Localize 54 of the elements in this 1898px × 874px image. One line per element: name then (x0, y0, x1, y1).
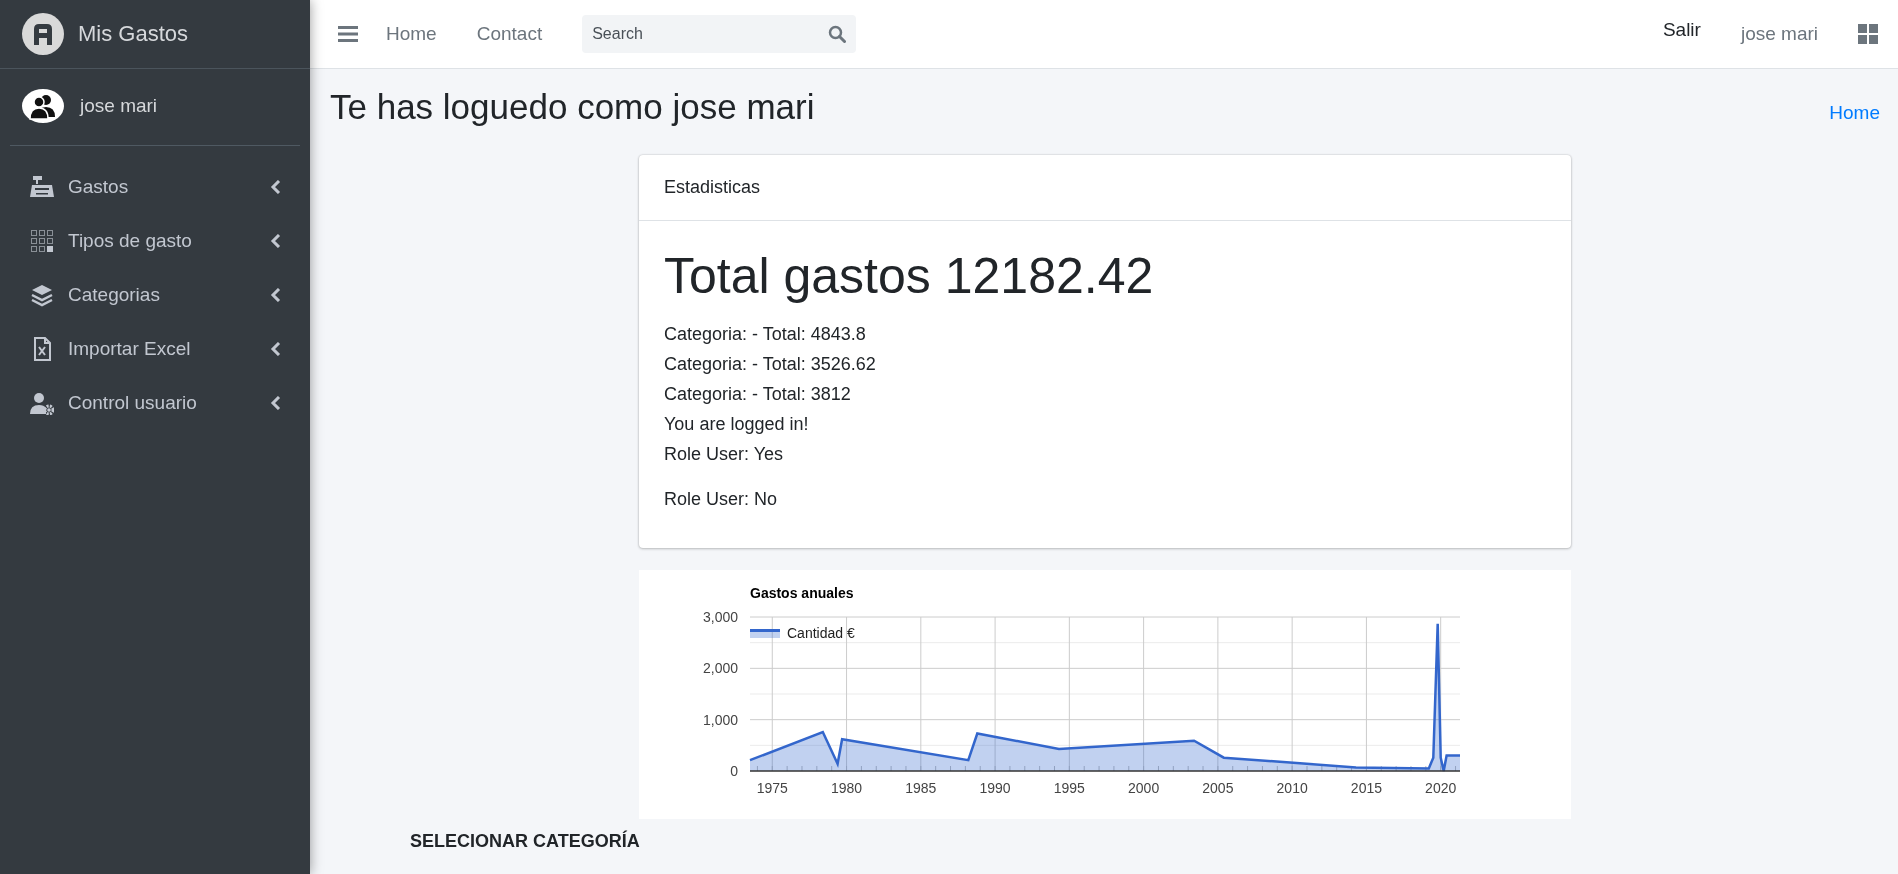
logout-link[interactable]: Salir (1662, 19, 1701, 41)
sidebar-item[interactable]: Categorias (0, 268, 310, 322)
nav-link[interactable]: Home (386, 23, 437, 45)
section-heading: SELECIONAR CATEGORÍA (410, 831, 641, 852)
stat-line: You are logged in! (664, 413, 810, 436)
nav-link[interactable]: Contact (476, 23, 543, 45)
user-name[interactable]: jose mari (80, 95, 158, 117)
sidebar-item[interactable]: Control usuario (0, 376, 310, 430)
y-axis-label: 1,000 (702, 711, 738, 728)
avatar-icon (22, 89, 64, 123)
chevron-left-icon (270, 396, 282, 410)
user-name[interactable]: jose mari (1740, 23, 1818, 45)
legend-swatch (750, 629, 780, 638)
y-axis-label: 2,000 (702, 660, 738, 677)
x-axis-label: 2005 (1202, 780, 1234, 796)
chevron-left-icon (270, 288, 282, 302)
card-header: Estadisticas (639, 155, 1571, 221)
x-axis-label: 1985 (905, 780, 937, 796)
total-heading: Total gastos 12182.42 (664, 247, 1155, 305)
sidebar-item[interactable]: Gastos (0, 160, 310, 214)
grid-icon (30, 229, 54, 253)
logo-icon[interactable] (22, 13, 64, 55)
layers-icon (30, 283, 54, 307)
y-axis-label: 3,000 (702, 609, 738, 625)
user-gear-icon (30, 391, 54, 415)
grid-icon[interactable] (1858, 24, 1878, 44)
role-text: Role User: No (664, 489, 779, 510)
x-axis-label: 2000 (1128, 780, 1160, 796)
x-axis-label: 1980 (830, 780, 863, 796)
stat-line: Categoria: - Total: 3526.62 (664, 353, 877, 376)
chevron-left-icon (270, 180, 282, 194)
x-axis-label: 1995 (1053, 780, 1085, 796)
x-axis-label: 2010 (1276, 780, 1308, 796)
y-axis-label: 0 (730, 763, 738, 779)
search-field[interactable]: Search (582, 15, 857, 53)
search-icon[interactable] (828, 25, 847, 43)
page-title: Te has loguedo como jose mari (330, 87, 815, 127)
breadcrumb-link[interactable]: Home (1829, 102, 1880, 124)
stat-line: Role User: Yes (664, 443, 785, 466)
sidebar-item[interactable]: Tipos de gasto (0, 214, 310, 268)
cash-register-icon (30, 175, 54, 199)
stat-line: Categoria: - Total: 3812 (664, 383, 852, 406)
brand-name[interactable]: Mis Gastos (78, 21, 189, 47)
sidebar-item[interactable]: Importar Excel (0, 322, 310, 376)
legend-label: Cantidad € (787, 625, 855, 641)
x-axis-label: 1975 (756, 780, 788, 796)
x-axis-label: 2015 (1350, 780, 1382, 796)
stat-line: Categoria: - Total: 4843.8 (664, 323, 867, 346)
menu-icon[interactable] (338, 25, 358, 43)
chevron-left-icon (270, 342, 282, 356)
chevron-left-icon (270, 234, 282, 248)
chart-title: Gastos anuales (750, 585, 854, 601)
x-axis-label: 2020 (1425, 780, 1457, 796)
x-axis-label: 1990 (979, 780, 1011, 796)
